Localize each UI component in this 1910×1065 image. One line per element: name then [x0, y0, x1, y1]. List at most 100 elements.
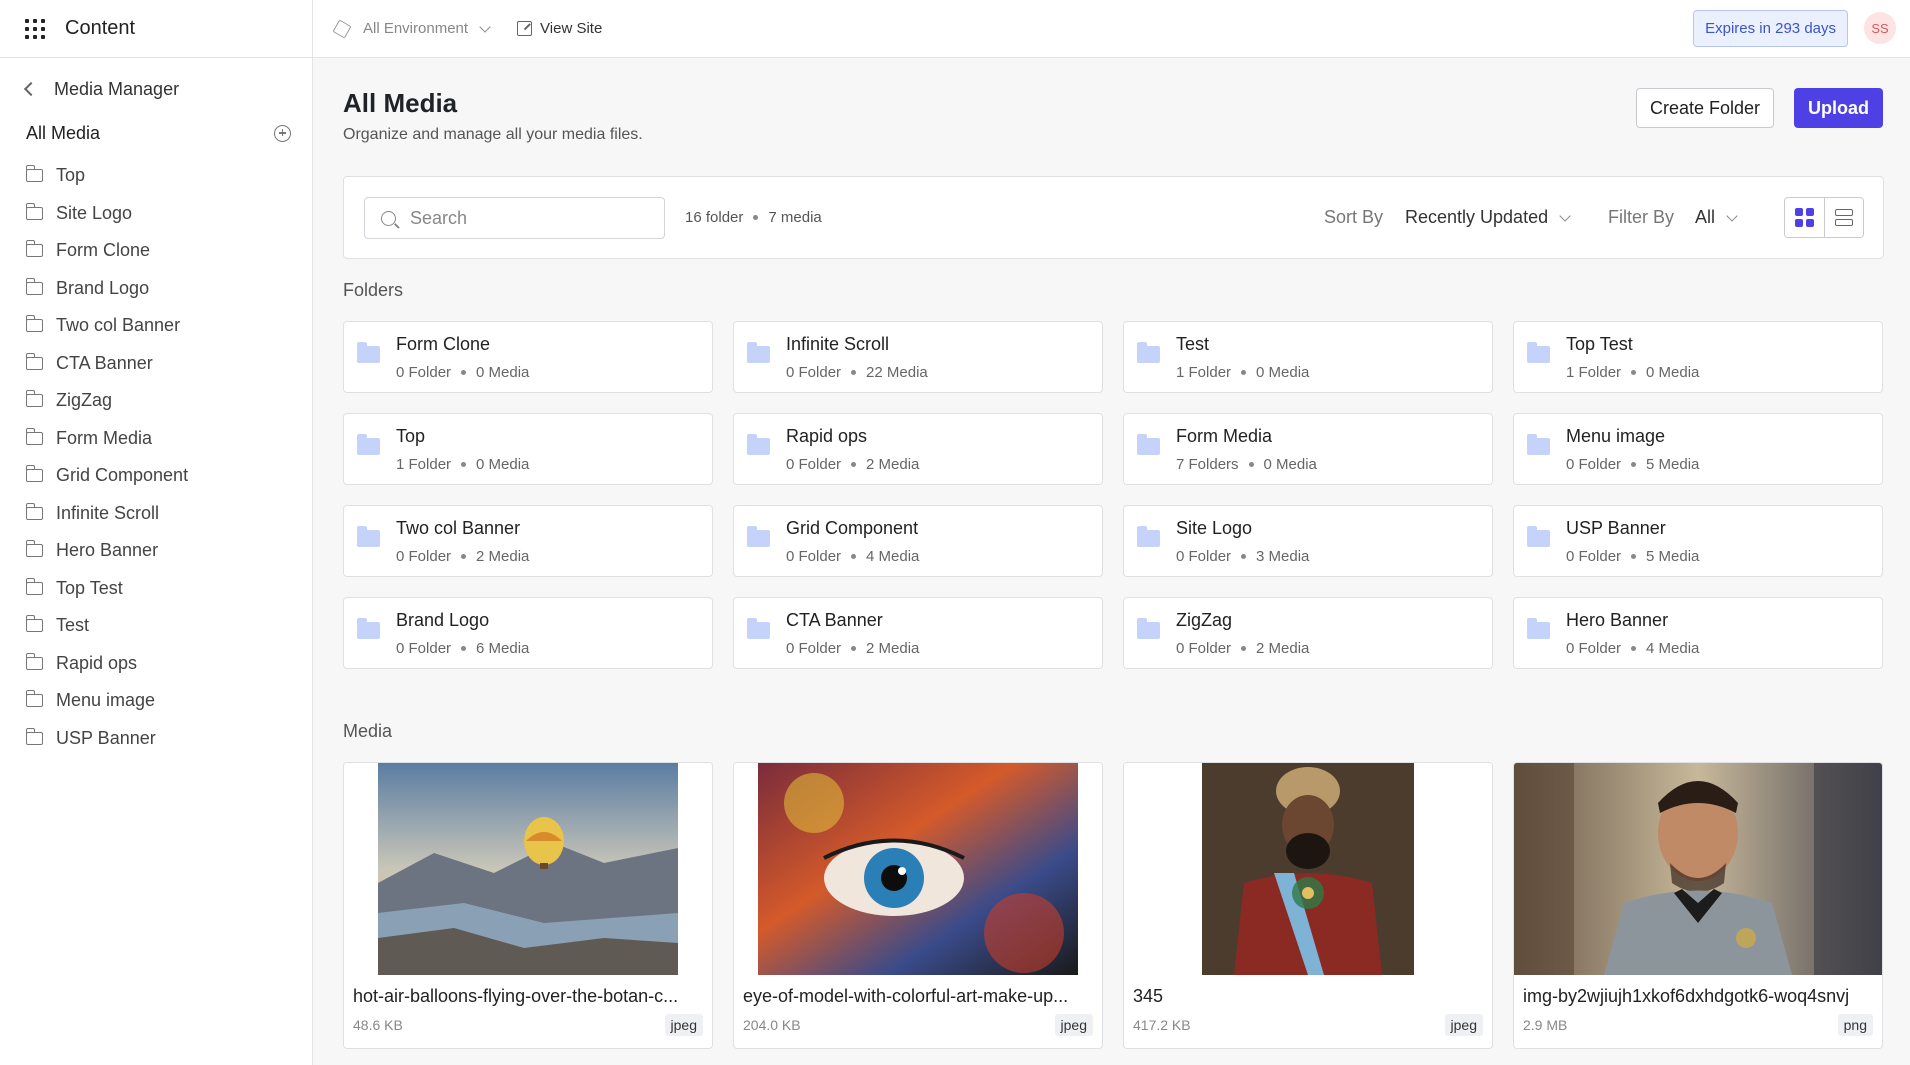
avatar[interactable]: SS	[1864, 12, 1896, 44]
sidebar-folder-item[interactable]: Grid Component	[25, 457, 296, 495]
folder-icon	[357, 342, 380, 363]
folder-card[interactable]: Form Clone 0 Folder 0 Media	[343, 321, 713, 393]
list-view-icon	[1834, 209, 1853, 226]
sidebar-folder-label: Top	[56, 165, 86, 186]
folder-card[interactable]: Test 1 Folder 0 Media	[1123, 321, 1493, 393]
sidebar-item-all-media[interactable]: All Media	[26, 118, 291, 148]
sidebar-folder-item[interactable]: Form Clone	[25, 232, 296, 270]
folder-card[interactable]: Brand Logo 0 Folder 6 Media	[343, 597, 713, 669]
folder-icon	[1527, 434, 1550, 455]
media-size: 48.6 KB	[353, 1017, 403, 1033]
folder-icon	[747, 618, 770, 639]
sort-dropdown[interactable]: Recently Updated	[1405, 207, 1571, 228]
folder-card[interactable]: Two col Banner 0 Folder 2 Media	[343, 505, 713, 577]
folder-icon	[25, 315, 43, 333]
environment-selector[interactable]: All Environment	[332, 18, 491, 39]
folder-count: 16 folder	[685, 209, 744, 226]
folder-name: Brand Logo	[396, 610, 490, 630]
search-input[interactable]	[410, 207, 650, 229]
filter-label: Filter By	[1608, 207, 1675, 227]
separator-dot	[461, 646, 467, 651]
list-view-button[interactable]	[1823, 198, 1863, 237]
media-card[interactable]: img-by2wjiujh1xkof6dxhdgotk6-woq4snvj 2.…	[1513, 762, 1883, 1049]
sidebar-folder-item[interactable]: Two col Banner	[25, 307, 296, 345]
folder-meta: 1 Folder 0 Media	[1176, 364, 1309, 381]
sidebar-folder-item[interactable]: Rapid ops	[25, 645, 296, 683]
view-site-link[interactable]: View Site	[517, 20, 602, 37]
folder-icon	[25, 465, 43, 483]
upload-button[interactable]: Upload	[1794, 88, 1883, 128]
media-thumbnail	[734, 763, 1102, 975]
sidebar-folder-item[interactable]: Infinite Scroll	[25, 495, 296, 533]
folder-subfolder-count: 1 Folder	[1566, 364, 1622, 381]
folder-card[interactable]: Top Test 1 Folder 0 Media	[1513, 321, 1883, 393]
expires-badge[interactable]: Expires in 293 days	[1693, 10, 1848, 47]
folder-card[interactable]: USP Banner 0 Folder 5 Media	[1513, 505, 1883, 577]
folder-card[interactable]: Infinite Scroll 0 Folder 22 Media	[733, 321, 1103, 393]
folder-card[interactable]: Form Media 7 Folders 0 Media	[1123, 413, 1493, 485]
folder-meta: 0 Folder 0 Media	[396, 364, 529, 381]
sidebar-folder-item[interactable]: ZigZag	[25, 382, 296, 420]
folder-icon	[357, 434, 380, 455]
sidebar-folder-item[interactable]: Test	[25, 607, 296, 645]
sidebar-folder-item[interactable]: Hero Banner	[25, 532, 296, 570]
folder-subfolder-count: 7 Folders	[1176, 456, 1239, 473]
media-name: 345	[1133, 986, 1164, 1006]
folder-card[interactable]: Hero Banner 0 Folder 4 Media	[1513, 597, 1883, 669]
media-card[interactable]: eye-of-model-with-colorful-art-make-up..…	[733, 762, 1103, 1049]
add-folder-icon[interactable]	[274, 124, 291, 142]
folder-card[interactable]: Grid Component 0 Folder 4 Media	[733, 505, 1103, 577]
separator-dot	[461, 462, 467, 467]
grid-view-icon	[1794, 208, 1814, 227]
folder-card[interactable]: ZigZag 0 Folder 2 Media	[1123, 597, 1493, 669]
folder-media-count: 2 Media	[866, 456, 920, 473]
folder-card[interactable]: Rapid ops 0 Folder 2 Media	[733, 413, 1103, 485]
sidebar-folder-item[interactable]: USP Banner	[25, 720, 296, 758]
separator-dot	[753, 215, 759, 220]
folder-meta: 7 Folders 0 Media	[1176, 456, 1317, 473]
folder-name: USP Banner	[1566, 518, 1666, 538]
sidebar-folder-item[interactable]: Menu image	[25, 682, 296, 720]
separator-dot	[1241, 646, 1247, 651]
filter-dropdown[interactable]: All	[1695, 207, 1738, 228]
folder-card[interactable]: Menu image 0 Folder 5 Media	[1513, 413, 1883, 485]
folder-card[interactable]: CTA Banner 0 Folder 2 Media	[733, 597, 1103, 669]
sidebar-folder-item[interactable]: Form Media	[25, 420, 296, 458]
folder-icon	[1137, 618, 1160, 639]
folder-name: Infinite Scroll	[786, 334, 890, 354]
folder-meta: 0 Folder 2 Media	[396, 548, 529, 565]
media-size: 417.2 KB	[1133, 1017, 1191, 1033]
separator-dot	[461, 370, 467, 375]
folder-subfolder-count: 1 Folder	[1176, 364, 1232, 381]
sidebar-folder-item[interactable]: Brand Logo	[25, 270, 296, 308]
app-grid-icon[interactable]	[25, 18, 45, 39]
folder-name: Menu image	[1566, 426, 1666, 446]
folder-icon	[25, 352, 43, 370]
folder-media-count: 0 Media	[476, 456, 530, 473]
page-title: All Media	[343, 88, 458, 118]
sidebar-folder-item[interactable]: Site Logo	[25, 195, 296, 233]
back-to-media-manager[interactable]: Media Manager	[23, 74, 179, 104]
folder-name: Form Media	[1176, 426, 1273, 446]
grid-view-button[interactable]	[1785, 198, 1824, 237]
folder-card[interactable]: Top 1 Folder 0 Media	[343, 413, 713, 485]
folder-icon	[25, 652, 43, 670]
sidebar-folder-item[interactable]: Top	[25, 157, 296, 195]
sidebar-folder-label: Hero Banner	[56, 540, 159, 561]
sort-value: Recently Updated	[1405, 207, 1549, 227]
media-card[interactable]: 345 417.2 KB jpeg	[1123, 762, 1493, 1049]
folder-media-count: 0 Media	[1646, 364, 1700, 381]
media-card[interactable]: hot-air-balloons-flying-over-the-botan-c…	[343, 762, 713, 1049]
filter-value: All	[1695, 207, 1716, 227]
folder-name: Test	[1176, 334, 1210, 354]
create-folder-button[interactable]: Create Folder	[1636, 88, 1774, 128]
separator-dot	[461, 554, 467, 559]
folder-card[interactable]: Site Logo 0 Folder 3 Media	[1123, 505, 1493, 577]
sidebar-folder-item[interactable]: Top Test	[25, 570, 296, 608]
search-box[interactable]	[364, 197, 665, 239]
sidebar-folder-list: Top Site Logo Form Clone Brand Logo Two …	[25, 157, 296, 758]
separator-dot	[1631, 554, 1637, 559]
folders-section-title: Folders	[343, 280, 404, 300]
folder-name: Two col Banner	[396, 518, 521, 538]
sidebar-folder-item[interactable]: CTA Banner	[25, 345, 296, 383]
